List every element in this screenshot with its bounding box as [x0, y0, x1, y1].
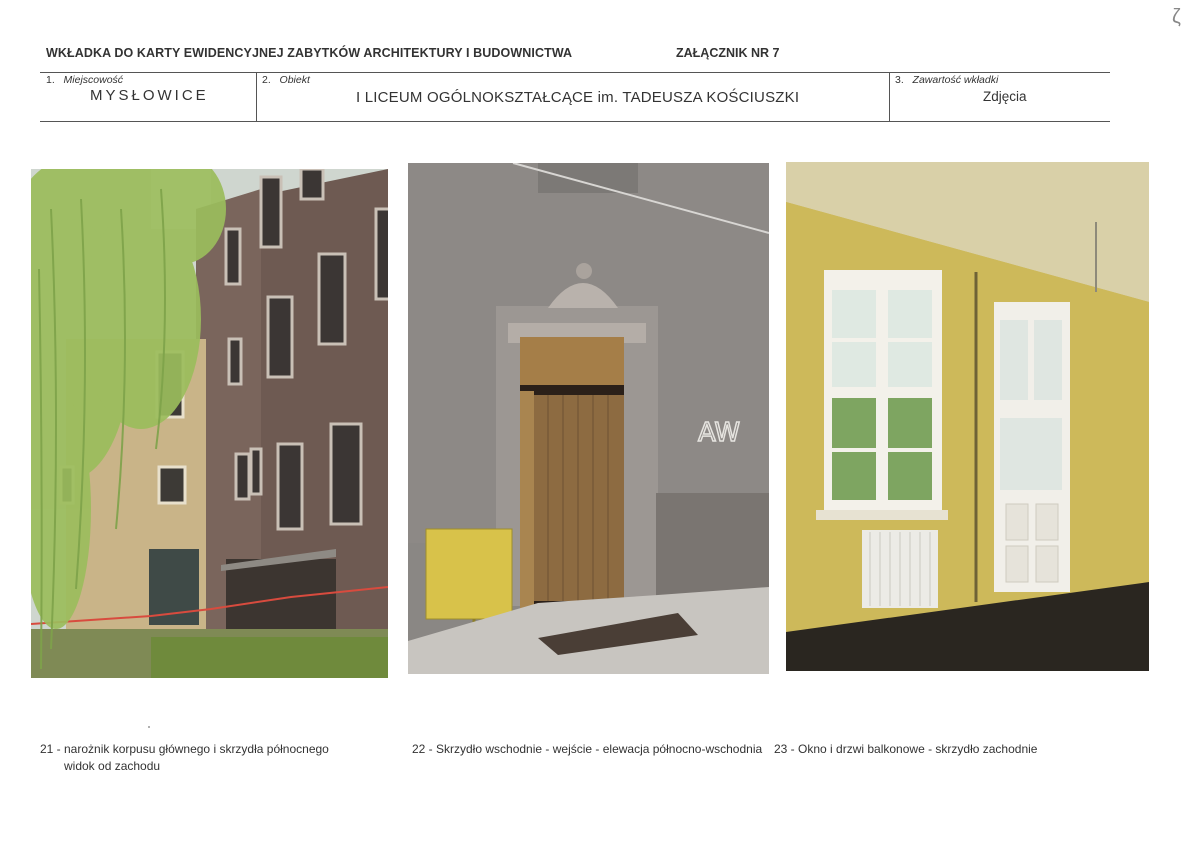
photo-23-caption: 23 - Okno i drzwi balkonowe - skrzydło z…	[774, 742, 1038, 756]
content-value: Zdjęcia	[983, 89, 1027, 104]
building-corner-photo	[31, 169, 388, 678]
photo-22-caption: 22 - Skrzydło wschodnie - wejście - elew…	[412, 742, 763, 756]
table-divider-1	[256, 72, 257, 122]
place-field-number: 1.	[46, 74, 55, 86]
content-field-number: 3.	[895, 74, 904, 86]
photo-21-caption: 21 - narożnik korpusu głównego i skrzydł…	[40, 741, 380, 775]
table-bottom-rule	[40, 121, 1110, 122]
content-field-label: 3. Zawartość wkładki	[895, 74, 998, 86]
handwritten-corner-mark: ζ	[1172, 6, 1181, 28]
place-field-caption: Miejscowość	[63, 74, 124, 86]
object-field-label: 2. Obiekt	[262, 74, 310, 86]
document-title: WKŁADKA DO KARTY EWIDENCYJNEJ ZABYTKÓW A…	[46, 46, 573, 60]
table-top-rule	[40, 72, 1110, 73]
attachment-number: ZAŁĄCZNIK NR 7	[676, 46, 780, 60]
place-value: MYSŁOWICE	[90, 87, 209, 104]
object-field-caption: Obiekt	[279, 74, 310, 86]
object-value: I LICEUM OGÓLNOKSZTAŁCĄCE im. TADEUSZA K…	[356, 89, 800, 106]
place-field-label: 1. Miejscowość	[46, 74, 123, 86]
content-field-caption: Zawartość wkładki	[912, 74, 999, 86]
object-field-number: 2.	[262, 74, 271, 86]
interior-window-photo	[786, 162, 1149, 671]
photo-21-caption-line2: widok od zachodu	[64, 759, 161, 773]
svg-text:AW: AW	[698, 418, 740, 448]
photo-21-caption-line1: 21 - narożnik korpusu głównego i skrzydł…	[40, 742, 329, 756]
table-divider-2	[889, 72, 890, 122]
entrance-door-photo: AW	[408, 163, 769, 674]
scan-speck	[148, 726, 150, 728]
